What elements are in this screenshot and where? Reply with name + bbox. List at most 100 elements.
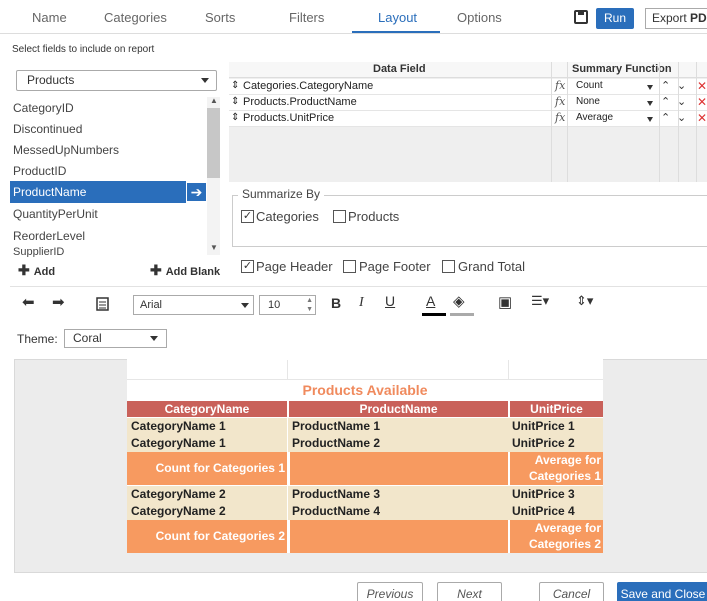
tab-name[interactable]: Name — [32, 10, 67, 25]
categories-checkbox[interactable]: ✓ — [241, 210, 254, 223]
list-item-selected[interactable]: ProductName — [10, 181, 186, 203]
report-cell: CategoryName 1 — [127, 418, 287, 435]
drag-handle-icon[interactable]: ⇕ — [231, 112, 239, 123]
scroll-thumb[interactable] — [207, 108, 220, 178]
summary-function-value[interactable]: Average — [576, 112, 613, 123]
stepper-arrows-icon[interactable]: ▲ ▼ — [306, 296, 313, 314]
tab-categories[interactable]: Categories — [104, 10, 167, 25]
fx-icon[interactable]: fx — [555, 111, 565, 124]
fill-color-icon[interactable]: ◈ — [453, 292, 465, 310]
report-cell: ProductName 3 — [288, 486, 509, 503]
scroll-up-icon[interactable]: ▲ — [210, 96, 218, 105]
move-up-icon[interactable]: ⌃ — [661, 79, 670, 92]
vertical-align-icon[interactable]: ⇕▾ — [576, 293, 593, 309]
summarize-by-legend: Summarize By — [238, 187, 325, 201]
scroll-down-icon[interactable]: ▼ — [210, 243, 218, 252]
field-name: Products.UnitPrice — [243, 112, 335, 124]
tab-options[interactable]: Options — [457, 10, 502, 25]
underline-icon[interactable]: U — [385, 293, 395, 309]
add-field-arrow-button[interactable]: ➔ — [186, 182, 207, 202]
run-button[interactable]: Run — [596, 8, 634, 29]
properties-icon[interactable] — [96, 297, 109, 311]
page-header-label: Page Header — [256, 259, 333, 274]
products-checkbox-label: Products — [348, 209, 400, 224]
page-footer-checkbox[interactable] — [343, 260, 356, 273]
fx-icon[interactable]: fx — [555, 95, 565, 108]
plus-icon: ✚ — [18, 262, 30, 278]
export-button[interactable]: Export PDF▼ — [645, 8, 707, 29]
report-cell: UnitPrice 1 — [508, 418, 603, 435]
summary-cell: Count for Categories 2 — [127, 520, 287, 553]
theme-select[interactable]: Coral — [64, 329, 167, 348]
font-size-stepper[interactable]: 10 ▲ ▼ — [259, 295, 316, 315]
summary-function-header: Summary Function — [572, 63, 672, 75]
redo-icon[interactable]: ➡ — [52, 293, 65, 311]
list-item[interactable]: SupplierID — [10, 247, 205, 257]
add-blank-button[interactable]: ✚ Add Blank — [150, 262, 220, 279]
remove-icon[interactable]: ✕ — [697, 79, 707, 93]
add-blank-label: Add Blank — [165, 266, 221, 278]
summary-function-value[interactable]: None — [576, 96, 600, 107]
remove-icon[interactable]: ✕ — [697, 111, 707, 125]
table-row[interactable]: ⇕ Categories.CategoryName fx Count ⌃ ⌄ ✕ — [229, 79, 707, 95]
drag-handle-icon[interactable]: ⇕ — [231, 96, 239, 107]
page-header-checkbox[interactable]: ✓ — [241, 260, 254, 273]
chevron-down-icon[interactable] — [647, 85, 653, 90]
grid-divider — [678, 62, 679, 182]
tab-filters[interactable]: Filters — [289, 10, 324, 25]
table-select[interactable]: Products — [16, 70, 217, 91]
theme-value: Coral — [73, 331, 102, 345]
grand-total-checkbox[interactable] — [442, 260, 455, 273]
table-row[interactable]: ⇕ Products.UnitPrice fx Average ⌃ ⌄ ✕ — [229, 111, 707, 127]
report-cell: UnitPrice 4 — [508, 503, 603, 520]
list-item[interactable]: ProductID — [10, 160, 205, 182]
report-cell: CategoryName 1 — [127, 435, 287, 452]
list-item[interactable]: MessedUpNumbers — [10, 139, 205, 161]
previous-button[interactable]: Previous — [357, 582, 423, 601]
summary-avg-line1: Average for — [534, 453, 601, 467]
summary-function-value[interactable]: Count — [576, 80, 603, 91]
report-cell: ProductName 1 — [288, 418, 509, 435]
tab-sorts[interactable]: Sorts — [205, 10, 235, 25]
move-up-icon[interactable]: ⌃ — [661, 111, 670, 124]
grand-total-label: Grand Total — [458, 259, 525, 274]
list-item[interactable]: ReorderLevel — [10, 225, 205, 247]
table-row[interactable]: ⇕ Products.ProductName fx None ⌃ ⌄ ✕ — [229, 95, 707, 111]
drag-handle-icon[interactable]: ⇕ — [231, 80, 239, 91]
font-color-icon[interactable]: A — [426, 293, 435, 309]
conditional-format-icon[interactable]: ▣ — [498, 293, 512, 311]
products-checkbox[interactable] — [333, 210, 346, 223]
next-button[interactable]: Next — [437, 582, 502, 601]
grid-divider — [567, 62, 568, 182]
save-and-close-button[interactable]: Save and Close — [617, 582, 707, 601]
column-header: ProductName — [289, 401, 508, 417]
export-format: PDF — [690, 11, 707, 25]
summary-cell: Average for Categories 2 — [510, 520, 603, 553]
categories-checkbox-label: Categories — [256, 209, 319, 224]
move-up-icon[interactable]: ⌃ — [661, 95, 670, 108]
report-title: Products Available — [302, 382, 428, 398]
font-size-value: 10 — [268, 299, 281, 311]
font-family-select[interactable]: Arial — [133, 295, 254, 315]
select-fields-label: Select fields to include on report — [12, 44, 155, 55]
cancel-button[interactable]: Cancel — [539, 582, 604, 601]
list-item[interactable]: Discontinued — [10, 118, 205, 140]
list-item[interactable]: QuantityPerUnit — [10, 203, 205, 225]
report-cell: CategoryName 2 — [127, 503, 287, 520]
save-icon[interactable] — [574, 10, 588, 24]
undo-icon[interactable]: ⬅ — [22, 293, 35, 311]
bold-icon[interactable]: B — [331, 295, 341, 311]
remove-icon[interactable]: ✕ — [697, 95, 707, 109]
report-cell: ProductName 2 — [288, 435, 509, 452]
chevron-down-icon[interactable] — [647, 117, 653, 122]
align-icon[interactable]: ☰▾ — [531, 293, 549, 309]
add-button[interactable]: ✚ Add — [18, 262, 55, 279]
tab-layout[interactable]: Layout — [378, 10, 417, 25]
report-cell: ProductName 4 — [288, 503, 509, 520]
add-label: Add — [33, 266, 56, 278]
fx-icon[interactable]: fx — [555, 79, 565, 92]
list-item[interactable]: CategoryID — [10, 97, 205, 119]
chevron-down-icon — [150, 336, 158, 341]
chevron-down-icon[interactable] — [647, 101, 653, 106]
italic-icon[interactable]: I — [359, 295, 364, 311]
